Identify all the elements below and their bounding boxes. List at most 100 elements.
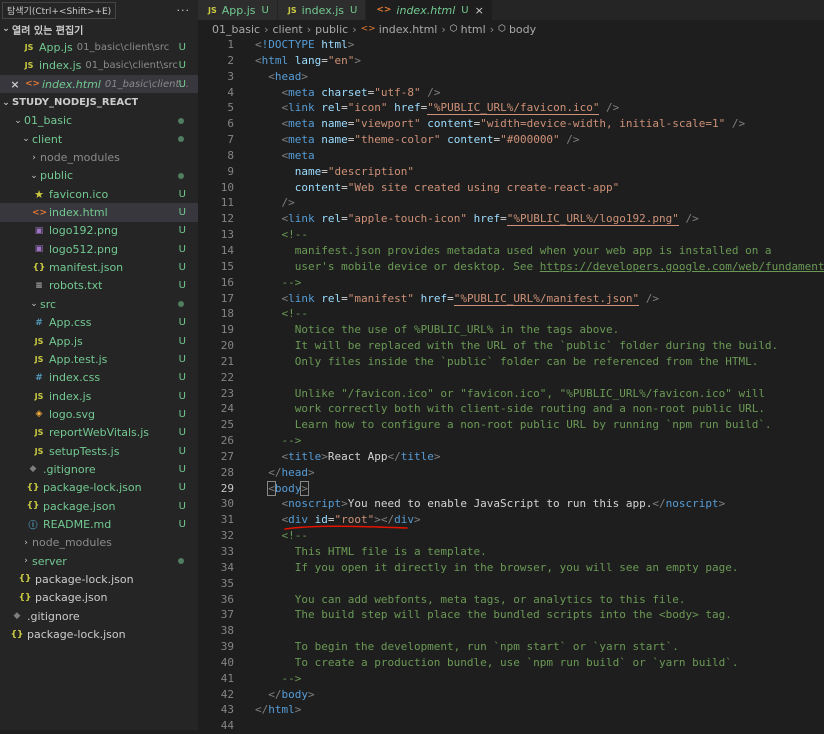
breadcrumb-item[interactable]: 01_basic <box>212 23 260 36</box>
close-icon[interactable]: × <box>8 78 22 91</box>
breadcrumb-item[interactable]: index.html <box>379 23 438 36</box>
code-line[interactable]: 26 --> <box>198 433 824 449</box>
project-section[interactable]: ⌄ STUDY_NODEJS_REACT <box>0 93 198 111</box>
file-robots[interactable]: ≡ robots.txt U <box>0 277 198 295</box>
code-line[interactable]: 11 /> <box>198 195 824 211</box>
code-line[interactable]: 38 <box>198 623 824 639</box>
file-app-js[interactable]: JS App.js U <box>0 332 198 350</box>
code-line[interactable]: 19 Notice the use of %PUBLIC_URL% in the… <box>198 322 824 338</box>
code-line[interactable]: 22 <box>198 370 824 386</box>
code-line[interactable]: 34 If you open it directly in the browse… <box>198 560 824 576</box>
code-line[interactable]: 15 user's mobile device or desktop. See … <box>198 259 824 275</box>
code-line[interactable]: 18 <!-- <box>198 306 824 322</box>
tab-app-js[interactable]: JS App.js U <box>198 0 278 20</box>
image-file-icon: ▣ <box>34 225 44 236</box>
tab-index-js[interactable]: JS index.js U <box>277 0 367 20</box>
file-app-css[interactable]: # App.css U <box>0 314 198 332</box>
code-text: <noscript>You need to enable JavaScript … <box>281 497 726 511</box>
code-line[interactable]: 3 <head> <box>198 69 824 85</box>
breadcrumb-item[interactable]: body <box>509 23 536 36</box>
code-editor[interactable]: 1 <!DOCTYPE html> 2 <html lang="en"> 3 <head… <box>198 37 824 732</box>
file-root-gitignore[interactable]: ◆ .gitignore <box>0 607 198 625</box>
code-line[interactable]: 39 To begin the development, run `npm st… <box>198 639 824 655</box>
line-number: 11 <box>220 196 234 210</box>
file-basic-package[interactable]: {} package.json <box>0 589 198 607</box>
line-number: 41 <box>220 671 234 685</box>
line-number: 10 <box>220 180 234 194</box>
code-line[interactable]: 12 <link rel="apple-touch-icon" href="%P… <box>198 211 824 227</box>
file-report-web-vitals[interactable]: JS reportWebVitals.js U <box>0 424 198 442</box>
line-number: 24 <box>220 402 234 416</box>
code-line[interactable]: 28 </head> <box>198 465 824 481</box>
file-logo-svg[interactable]: ◈ logo.svg U <box>0 405 198 423</box>
file-client-package-lock[interactable]: {} package-lock.json U <box>0 479 198 497</box>
code-line[interactable]: 36 You can add webfonts, meta tags, or a… <box>198 592 824 608</box>
code-text: To begin the development, run `npm start… <box>255 640 679 654</box>
code-line[interactable]: 2 <html lang="en"> <box>198 53 824 69</box>
code-line[interactable]: 44 <box>198 718 824 734</box>
code-line[interactable]: 27 <title>React App</title> <box>198 449 824 465</box>
breadcrumb-item[interactable]: client <box>272 23 302 36</box>
code-line[interactable]: 1 <!DOCTYPE html> <box>198 37 824 53</box>
folder-node-modules[interactable]: › node_modules <box>0 148 198 166</box>
file-root-package-lock[interactable]: {} package-lock.json <box>0 625 198 643</box>
breadcrumb-item[interactable]: html <box>461 23 486 36</box>
code-line[interactable]: 37 The build step will place the bundled… <box>198 607 824 623</box>
code-line[interactable]: 6 <meta name="viewport" content="width=d… <box>198 116 824 132</box>
code-line[interactable]: 10 content="Web site created using creat… <box>198 180 824 196</box>
code-line[interactable]: 14 manifest.json provides metadata used … <box>198 243 824 259</box>
code-line[interactable]: 40 To create a production bundle, use `n… <box>198 655 824 671</box>
code-line[interactable]: 23 Unlike "/favicon.ico" or "favicon.ico… <box>198 386 824 402</box>
folder-client[interactable]: ⌄ client <box>0 130 198 148</box>
code-line[interactable]: 5 <link rel="icon" href="%PUBLIC_URL%/fa… <box>198 100 824 116</box>
file-logo192[interactable]: ▣ logo192.png U <box>0 222 198 240</box>
code-line[interactable]: 9 name="description" <box>198 164 824 180</box>
breadcrumb-item[interactable]: public <box>315 23 348 36</box>
more-actions-icon[interactable]: ··· <box>177 4 191 17</box>
code-line[interactable]: 42 </body> <box>198 687 824 703</box>
code-line[interactable]: 33 This HTML file is a template. <box>198 544 824 560</box>
file-logo512[interactable]: ▣ logo512.png U <box>0 240 198 258</box>
file-setup-tests[interactable]: JS setupTests.js U <box>0 442 198 460</box>
file-index-html[interactable]: <> index.html U <box>0 203 198 222</box>
folder-basic-node-modules[interactable]: › node_modules <box>0 534 198 552</box>
open-editor-app-js[interactable]: JS App.js 01_basic\client\src U <box>0 38 198 56</box>
file-client-package[interactable]: {} package.json U <box>0 497 198 515</box>
code-line[interactable]: 43 </html> <box>198 702 824 718</box>
chevron-down-icon: ⌄ <box>14 115 22 126</box>
folder-src[interactable]: ⌄ src <box>0 295 198 313</box>
file-favicon[interactable]: ★ favicon.ico U <box>0 185 198 203</box>
tab-index-html[interactable]: <> index.html U × <box>366 0 493 20</box>
line-number: 13 <box>220 228 234 242</box>
file-basic-package-lock[interactable]: {} package-lock.json <box>0 570 198 588</box>
code-line[interactable]: 29 <body> <box>198 480 824 497</box>
code-line[interactable]: 13 <!-- <box>198 227 824 243</box>
file-index-js[interactable]: JS index.js U <box>0 387 198 405</box>
folder-01-basic[interactable]: ⌄ 01_basic <box>0 112 198 130</box>
code-line[interactable]: 4 <meta charset="utf-8" /> <box>198 85 824 101</box>
file-app-test-js[interactable]: JS App.test.js U <box>0 350 198 368</box>
file-client-gitignore[interactable]: ◆ .gitignore U <box>0 460 198 478</box>
code-line[interactable]: 35 <box>198 576 824 592</box>
code-line[interactable]: 8 <meta <box>198 148 824 164</box>
tree-item-label: index.js <box>49 389 92 403</box>
code-line[interactable]: 21 Only files inside the `public` folder… <box>198 354 824 370</box>
close-tab-icon[interactable]: × <box>475 4 484 17</box>
code-line[interactable]: 16 --> <box>198 275 824 291</box>
code-line[interactable]: 24 work correctly both with client-side … <box>198 401 824 417</box>
line-number: 14 <box>220 243 234 257</box>
code-line[interactable]: 25 Learn how to configure a non-root pub… <box>198 417 824 433</box>
file-client-readme[interactable]: ⓘ README.md U <box>0 515 198 533</box>
code-line[interactable]: 41 --> <box>198 671 824 687</box>
file-manifest[interactable]: {} manifest.json U <box>0 258 198 276</box>
code-line[interactable]: 30 <noscript>You need to enable JavaScri… <box>198 496 824 512</box>
code-line[interactable]: 17 <link rel="manifest" href="%PUBLIC_UR… <box>198 291 824 307</box>
folder-public[interactable]: ⌄ public <box>0 167 198 185</box>
open-editors-section[interactable]: ⌄ 열려 있는 편집기 <box>0 20 198 38</box>
open-editor-index-js[interactable]: JS index.js 01_basic\client\src U <box>0 57 198 75</box>
file-index-css[interactable]: # index.css U <box>0 369 198 387</box>
folder-server[interactable]: › server <box>0 552 198 570</box>
open-editor-index-html[interactable]: × <> index.html 01_basic\client... U <box>0 75 198 94</box>
code-line[interactable]: 20 It will be replaced with the URL of t… <box>198 338 824 354</box>
code-line[interactable]: 7 <meta name="theme-color" content="#000… <box>198 132 824 148</box>
